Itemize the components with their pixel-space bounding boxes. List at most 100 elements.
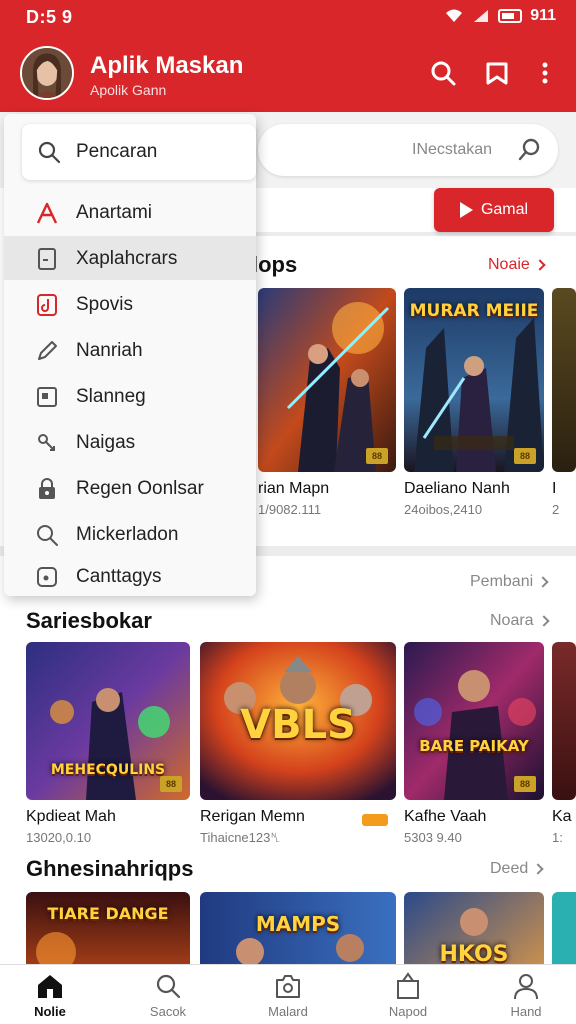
search-icon <box>156 974 181 999</box>
more-vertical-icon[interactable] <box>530 58 560 88</box>
chevron-right-icon <box>537 576 549 588</box>
drawer-item-regen-oonlsar[interactable]: Regen Oonlsar <box>4 466 256 510</box>
game-art-title: BARE PAIKAY <box>419 737 529 755</box>
section-more-link[interactable]: Deed <box>490 860 544 878</box>
game-meta: 1: <box>552 830 563 845</box>
chevron-right-icon <box>532 863 544 875</box>
search-input[interactable]: INecstakan <box>258 124 558 176</box>
drawer-item-label: Slanneg <box>76 386 146 407</box>
document-icon <box>34 246 60 272</box>
avatar[interactable] <box>20 46 74 100</box>
drawer-item-naigas[interactable]: Naigas <box>4 420 256 464</box>
nav-item-bag[interactable]: Napod <box>358 965 458 1024</box>
game-card[interactable]: MURAR MEIIE 88 Daeliano Nanh 24oibos,241… <box>404 288 544 518</box>
rating-badge-icon: 88 <box>366 448 388 464</box>
camera-icon <box>276 975 300 998</box>
drawer-search-label: Pencaran <box>76 141 158 162</box>
game-card[interactable]: HKOS <box>404 892 544 964</box>
tag-icon <box>362 814 388 826</box>
drawer-item-label: Nanriah <box>76 340 143 361</box>
game-art: MAMPS <box>200 892 396 964</box>
section-title: lops <box>252 252 298 277</box>
drawer-item-canttagys[interactable]: Canttagys <box>4 554 256 598</box>
game-card[interactable] <box>552 892 576 964</box>
search-placeholder: INecstakan <box>412 141 493 158</box>
game-art <box>552 642 576 800</box>
search-icon <box>34 522 60 548</box>
section-title: Ghnesinahriqps <box>26 856 194 881</box>
drawer-search-field[interactable]: Pencaran <box>22 124 256 180</box>
game-art-title: MAMPS <box>255 912 341 936</box>
drawer-item-label: Spovis <box>76 294 134 315</box>
section-title: Sariesbokar <box>26 608 152 633</box>
game-card[interactable]: 88 rian Mapn 1/9082.111 <box>258 288 396 518</box>
search-icon <box>38 141 61 164</box>
app-title: Aplik Maskan <box>90 52 244 79</box>
navigation-drawer: Pencaran Anartami Xaplahcrars Spovis Nan… <box>4 114 256 596</box>
app-bar: Aplik Maskan Apolik Gann <box>0 34 576 112</box>
rating-badge-icon: 88 <box>160 776 182 792</box>
app-subtitle: Apolik Gann <box>90 82 167 98</box>
game-card[interactable]: I 2 <box>552 288 576 518</box>
nav-item-home[interactable]: Nolie <box>0 965 100 1024</box>
game-name: Kafhe Vaah <box>404 808 487 825</box>
game-meta: Tihaicne123␤ <box>200 830 281 845</box>
play-button[interactable]: Gamal <box>434 188 554 232</box>
drawer-item-anartami[interactable]: Anartami <box>4 190 256 234</box>
game-name: Rerigan Memn <box>200 808 305 825</box>
nav-item-camera[interactable]: Malard <box>238 965 338 1024</box>
game-card[interactable]: BARE PAIKAY 88 Kafhe Vaah 5303 9.40 <box>404 642 544 852</box>
drawer-item-label: Anartami <box>76 202 153 223</box>
nav-item-label: Hand <box>510 1004 542 1019</box>
section-more-label: Deed <box>490 860 529 877</box>
drawer-item-mickerladon[interactable]: Mickerladon <box>4 512 256 556</box>
game-meta: 2 <box>552 502 560 517</box>
drawer-item-slanneg[interactable]: Slanneg <box>4 374 256 418</box>
drawer-item-label: Xaplahcrars <box>76 248 178 269</box>
status-bar: D:5 9 911 <box>0 0 576 34</box>
game-meta: 1/9082.111 <box>258 502 322 517</box>
game-name: rian Mapn <box>258 480 330 497</box>
section-more-link[interactable]: Noara <box>490 612 550 630</box>
search-icon[interactable] <box>428 58 458 88</box>
game-card[interactable]: VBLS Rerigan Memn Tihaicne123␤ <box>200 642 396 852</box>
play-button-label: Gamal <box>480 201 529 218</box>
game-name: I <box>552 480 557 497</box>
section-more-link[interactable]: Pembani <box>470 573 549 591</box>
chevron-right-icon <box>534 259 546 271</box>
nav-item-label: Napod <box>388 1004 428 1019</box>
drawer-item-label: Regen Oonlsar <box>76 478 204 499</box>
game-card[interactable]: Ka 1: <box>552 642 576 852</box>
game-art: MEHECQULINS 88 <box>26 642 190 800</box>
game-art-title: VBLS <box>240 702 356 748</box>
rating-badge-icon: 88 <box>514 448 536 464</box>
game-card[interactable]: MEHECQULINS 88 Kpdieat Mah 13020,0.10 <box>26 642 190 852</box>
game-meta: 13020,0.10 <box>26 830 92 845</box>
game-meta: 5303 9.40 <box>404 830 462 845</box>
game-card[interactable]: TIARE DANGE <box>26 892 190 964</box>
chevron-right-icon <box>537 615 550 627</box>
status-time: D:5 9 <box>26 7 73 27</box>
link-icon <box>34 430 60 456</box>
drawer-item-spovis[interactable]: Spovis <box>4 282 256 326</box>
game-art: 88 <box>258 288 396 472</box>
bag-icon <box>397 972 419 999</box>
nav-item-search[interactable]: Sacok <box>118 965 218 1024</box>
game-art: VBLS <box>200 642 396 800</box>
wifi-icon <box>446 9 463 22</box>
game-card[interactable]: MAMPS <box>200 892 396 964</box>
lock-icon <box>34 476 60 502</box>
game-art-title: MURAR MEIIE <box>409 301 539 321</box>
bookmark-icon[interactable] <box>482 58 512 88</box>
nav-item-label: Malard <box>268 1004 308 1019</box>
drawer-item-label: Canttagys <box>76 566 162 587</box>
section-more-label: Noara <box>490 612 534 629</box>
game-art: TIARE DANGE <box>26 892 190 964</box>
profile-icon <box>514 974 538 1000</box>
section-more-link[interactable]: Noaie <box>488 256 546 274</box>
drawer-item-nanriah[interactable]: Nanriah <box>4 328 256 372</box>
section-more-label: Noaie <box>488 256 530 273</box>
nav-item-profile[interactable]: Hand <box>476 965 576 1024</box>
drawer-item-xaplahcrars[interactable]: Xaplahcrars <box>4 236 256 280</box>
home-icon <box>38 975 62 998</box>
